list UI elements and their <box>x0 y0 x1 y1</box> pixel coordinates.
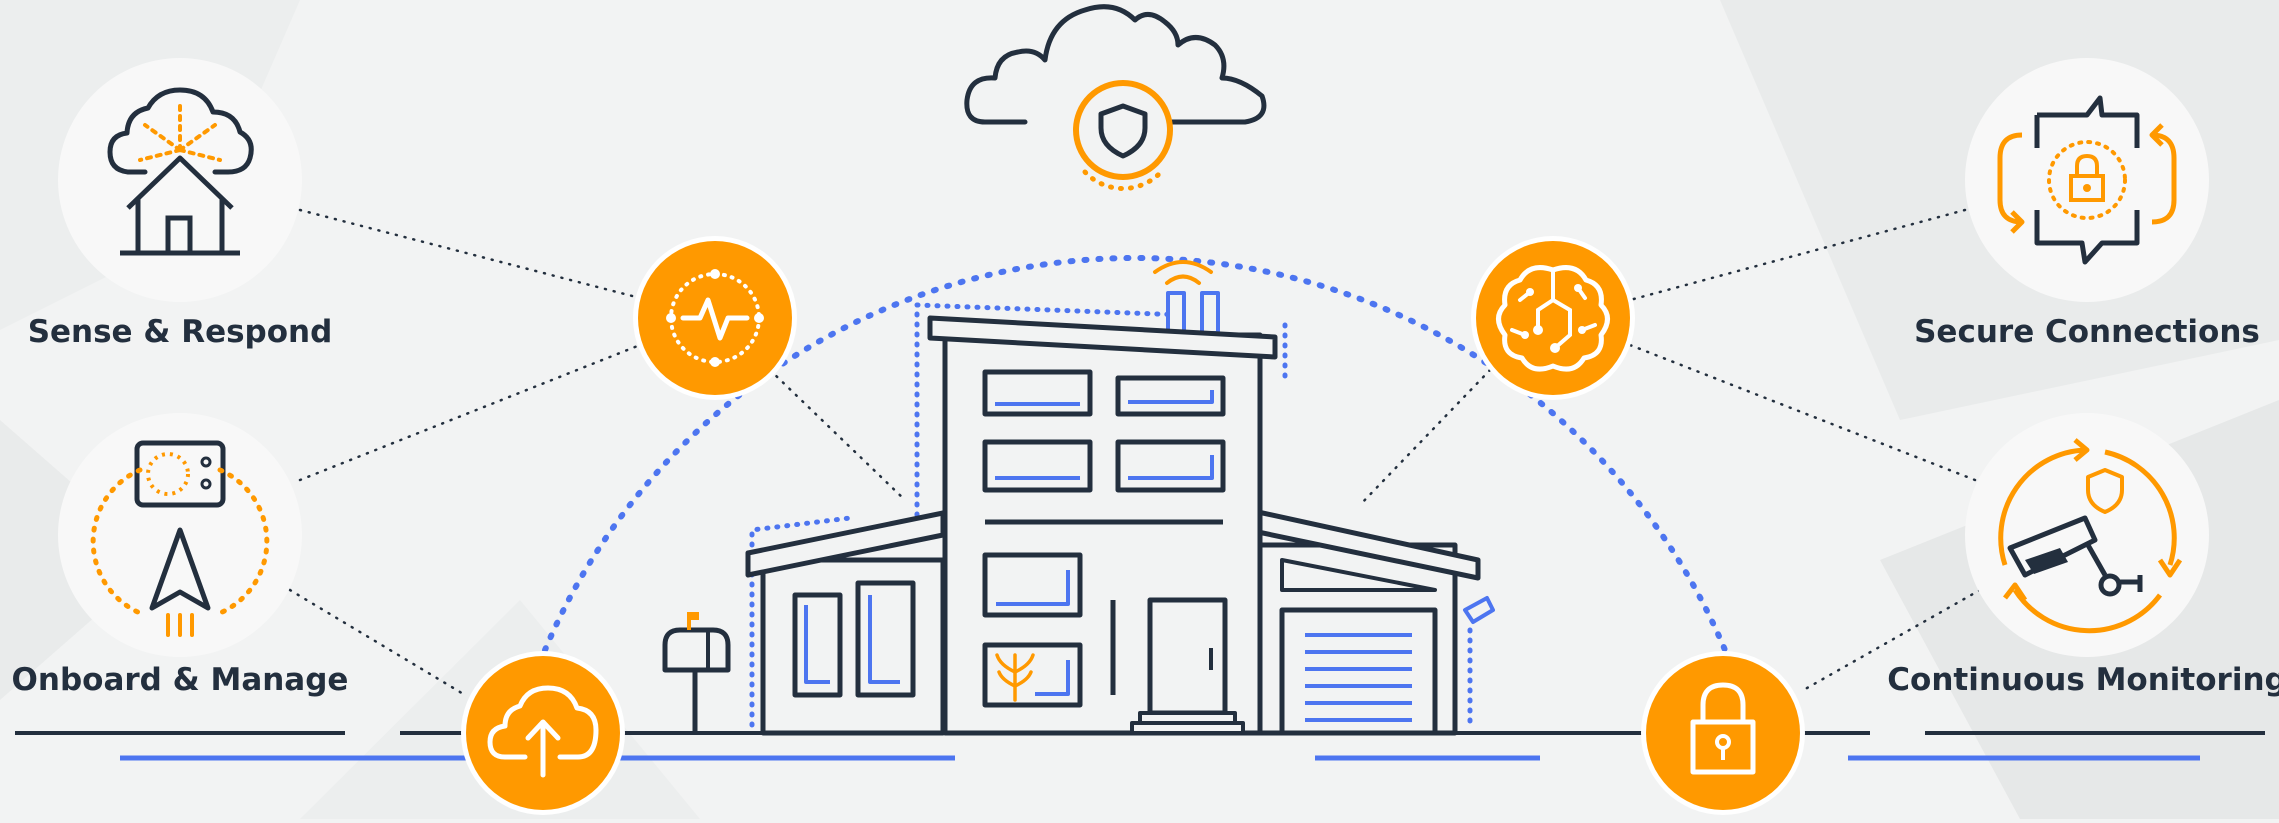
cloud-upload-icon <box>461 651 625 815</box>
iot-smart-home-diagram: Sense & Respond Onboard & Manage Secure … <box>0 0 2279 819</box>
brain-circuit-icon <box>1471 236 1635 400</box>
house-cloud-icon <box>58 58 302 302</box>
label-continuous-monitoring: Continuous Monitoring <box>1887 662 2279 698</box>
label-sense-respond: Sense & Respond <box>27 314 333 350</box>
ground-line <box>15 731 2265 761</box>
label-secure-connections: Secure Connections <box>1914 314 2260 350</box>
cloud-shield-icon <box>964 4 1267 191</box>
chat-lock-icon <box>1965 58 2209 302</box>
thermostat-pointer-icon <box>58 413 302 657</box>
label-onboard-manage: Onboard & Manage <box>11 662 349 698</box>
pulse-icon <box>633 236 797 400</box>
camera-shield-icon <box>1965 413 2209 657</box>
padlock-icon <box>1641 651 1805 815</box>
